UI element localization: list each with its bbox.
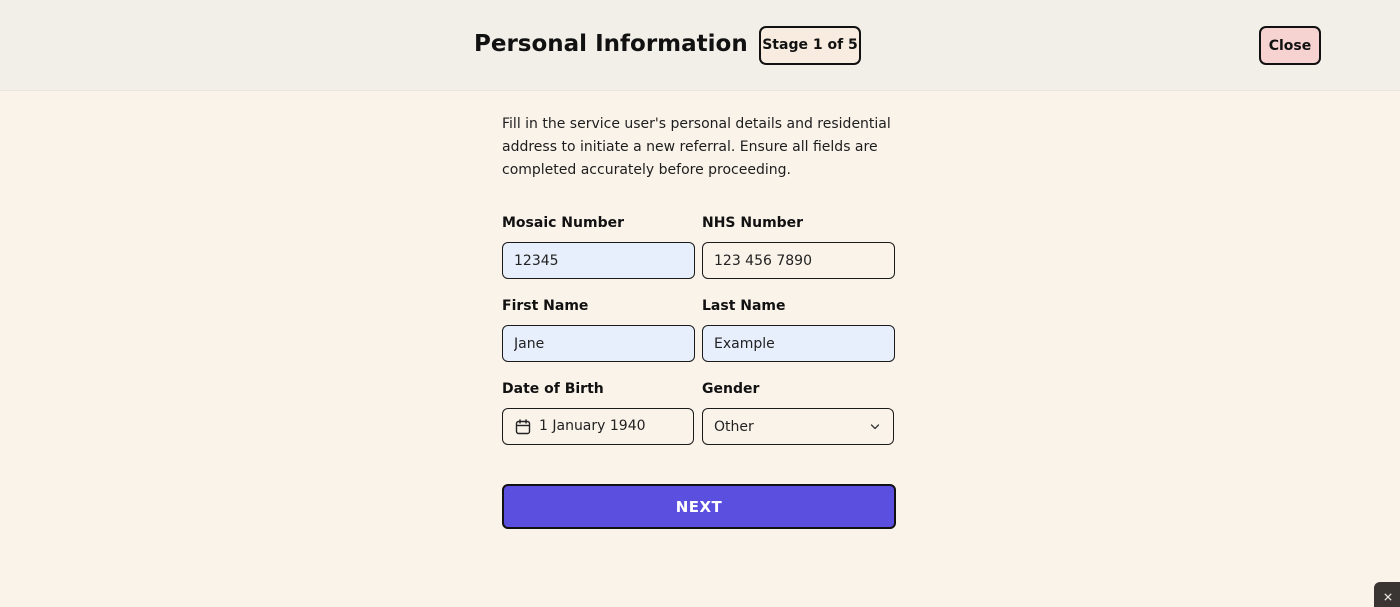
close-icon — [1384, 593, 1392, 601]
date-of-birth-label: Date of Birth — [502, 381, 604, 397]
first-name-label: First Name — [502, 298, 589, 314]
mosaic-number-input[interactable] — [502, 242, 695, 279]
date-of-birth-value: 1 January 1940 — [539, 418, 646, 434]
gender-selected-value: Other — [714, 419, 754, 435]
next-button[interactable]: NEXT — [502, 484, 896, 529]
close-button[interactable]: Close — [1259, 26, 1321, 65]
nhs-number-label: NHS Number — [702, 215, 804, 231]
chevron-down-icon — [870, 424, 880, 430]
last-name-input[interactable] — [702, 325, 895, 362]
last-name-label: Last Name — [702, 298, 786, 314]
page-title: Personal Information — [474, 31, 748, 57]
date-of-birth-input[interactable]: 1 January 1940 — [502, 408, 694, 445]
first-name-input[interactable] — [502, 325, 695, 362]
page-header: Personal Information Stage 1 of 5 Close — [0, 0, 1400, 91]
intro-text: Fill in the service user's personal deta… — [502, 116, 891, 178]
stage-badge: Stage 1 of 5 — [759, 26, 861, 65]
nhs-number-input[interactable] — [702, 242, 895, 279]
dismiss-button[interactable] — [1374, 582, 1400, 607]
gender-label: Gender — [702, 381, 760, 397]
calendar-icon — [515, 419, 531, 435]
gender-select[interactable]: Other — [702, 408, 894, 445]
mosaic-number-label: Mosaic Number — [502, 215, 624, 231]
